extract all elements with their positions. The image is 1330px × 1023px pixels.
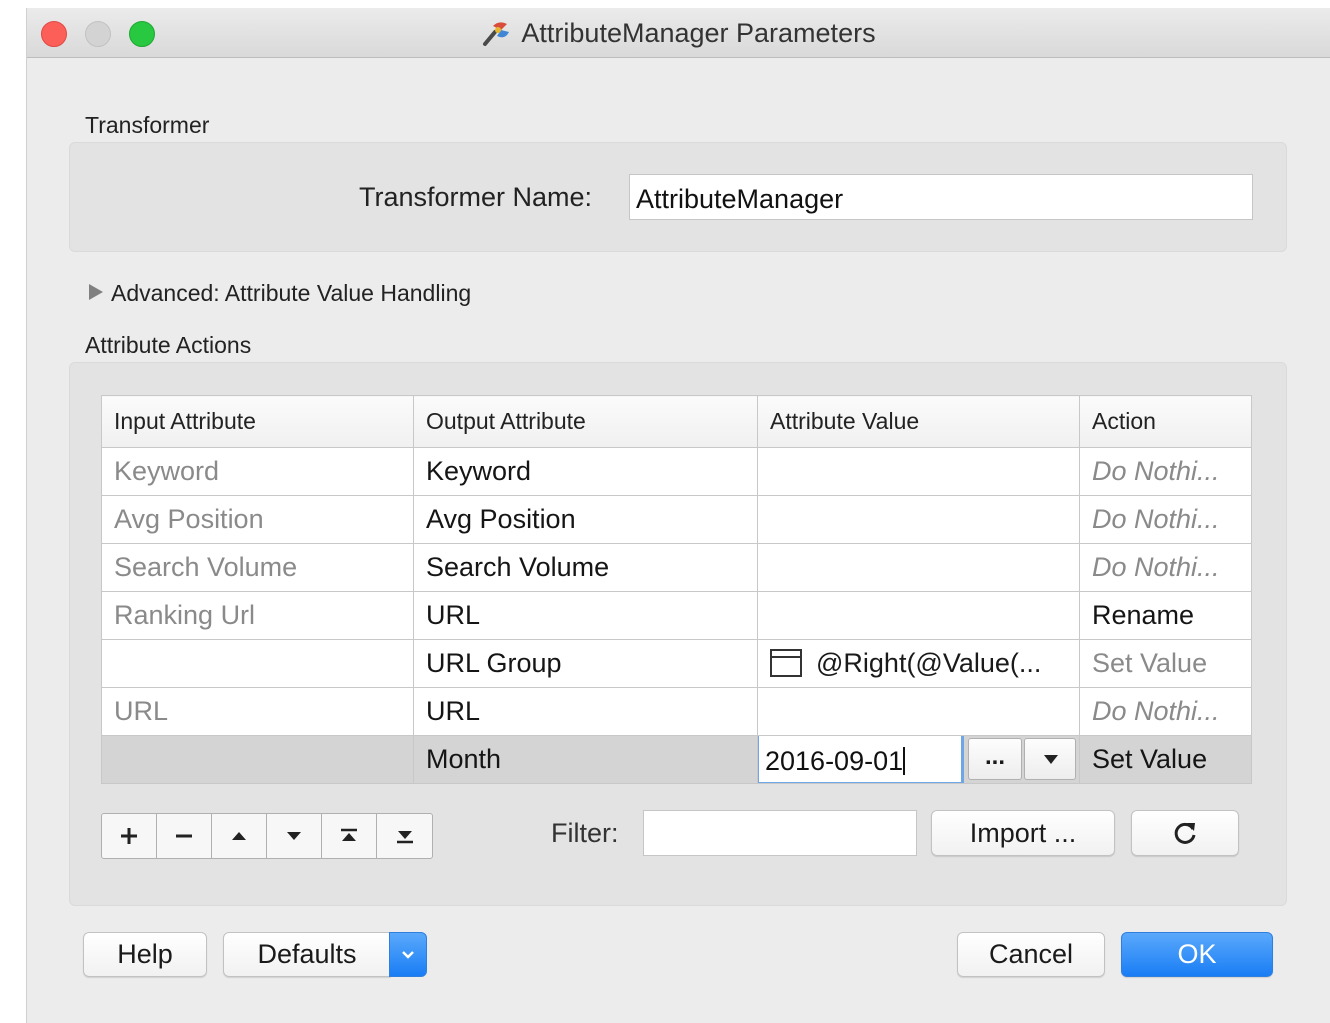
attribute-value-input[interactable]: 2016-09-01 [758, 736, 964, 783]
column-header-action[interactable]: Action [1079, 395, 1252, 448]
attribute-value-cell[interactable] [757, 543, 1080, 592]
attribute-value-cell[interactable] [757, 447, 1080, 496]
value-dropdown-button[interactable] [1024, 738, 1076, 780]
minus-icon [176, 834, 192, 838]
table-row[interactable]: Keyword Keyword Do Nothi... [101, 447, 1252, 496]
output-attribute-cell[interactable]: Search Volume [413, 543, 758, 592]
attribute-value-cell[interactable] [757, 495, 1080, 544]
title-bar: AttributeManager Parameters [27, 8, 1330, 58]
move-down-button[interactable] [267, 814, 322, 858]
ok-button[interactable]: OK [1121, 932, 1273, 977]
refresh-icon [1174, 822, 1196, 844]
filter-label: Filter: [551, 818, 619, 848]
triangle-up-icon [232, 832, 246, 840]
cancel-button[interactable]: Cancel [957, 932, 1105, 977]
column-header-value[interactable]: Attribute Value [757, 395, 1080, 448]
import-button[interactable]: Import ... [931, 810, 1115, 856]
input-attribute-cell[interactable]: URL [101, 687, 414, 736]
refresh-button[interactable] [1131, 810, 1239, 856]
remove-row-button[interactable] [157, 814, 212, 858]
attribute-value-cell[interactable]: 2016-09-01 ... [757, 735, 1080, 784]
advanced-disclosure[interactable]: Advanced: Attribute Value Handling [89, 280, 471, 307]
row-toolbar [101, 813, 433, 859]
transformer-name-label: Transformer Name: [359, 182, 593, 212]
chevron-down-icon [402, 950, 414, 959]
move-to-bottom-button[interactable] [377, 814, 432, 858]
action-cell[interactable]: Set Value [1079, 735, 1252, 784]
action-cell[interactable]: Do Nothi... [1079, 543, 1252, 592]
value-options-button[interactable]: ... [968, 738, 1022, 780]
add-row-button[interactable] [102, 814, 157, 858]
table-row[interactable]: Avg Position Avg Position Do Nothi... [101, 495, 1252, 544]
column-header-output[interactable]: Output Attribute [413, 395, 758, 448]
input-attribute-cell[interactable]: Avg Position [101, 495, 414, 544]
triangle-down-icon [287, 832, 301, 840]
plus-icon [121, 828, 137, 844]
input-attribute-cell[interactable]: Ranking Url [101, 591, 414, 640]
defaults-menu-button[interactable] [389, 932, 427, 977]
column-header-input[interactable]: Input Attribute [101, 395, 414, 448]
input-attribute-cell[interactable]: Keyword [101, 447, 414, 496]
table-row[interactable]: URL Group @Right(@Value(... Set Value [101, 639, 1252, 688]
move-to-top-icon [341, 828, 357, 841]
move-up-button[interactable] [212, 814, 267, 858]
table-row[interactable]: Search Volume Search Volume Do Nothi... [101, 543, 1252, 592]
output-attribute-cell[interactable]: URL Group [413, 639, 758, 688]
dialog-window: AttributeManager Parameters Transformer … [26, 8, 1330, 1023]
filter-input[interactable] [643, 810, 917, 856]
output-attribute-cell[interactable]: URL [413, 687, 758, 736]
attribute-actions-table: Input Attribute Output Attribute Attribu… [101, 395, 1252, 784]
output-attribute-cell[interactable]: Keyword [413, 447, 758, 496]
text-caret [903, 747, 906, 775]
transformer-icon [483, 22, 510, 46]
input-attribute-cell[interactable] [101, 639, 414, 688]
attribute-value-cell[interactable]: @Right(@Value(... [757, 639, 1080, 688]
table-row[interactable]: URL URL Do Nothi... [101, 687, 1252, 736]
table-row-selected[interactable]: Month 2016-09-01 ... Set Value [101, 735, 1252, 784]
attribute-value-cell[interactable] [757, 591, 1080, 640]
table-header-row: Input Attribute Output Attribute Attribu… [101, 395, 1252, 448]
action-cell[interactable]: Set Value [1079, 639, 1252, 688]
output-attribute-cell[interactable]: URL [413, 591, 758, 640]
output-attribute-cell[interactable]: Avg Position [413, 495, 758, 544]
help-button[interactable]: Help [83, 932, 207, 977]
output-attribute-cell[interactable]: Month [413, 735, 758, 784]
disclosure-triangle-icon [89, 284, 103, 300]
attribute-actions-section-label: Attribute Actions [85, 332, 252, 358]
input-attribute-cell[interactable] [101, 735, 414, 784]
defaults-button[interactable]: Defaults [223, 932, 391, 977]
action-cell[interactable]: Do Nothi... [1079, 495, 1252, 544]
input-attribute-cell[interactable]: Search Volume [101, 543, 414, 592]
action-cell[interactable]: Do Nothi... [1079, 687, 1252, 736]
transformer-section-label: Transformer [85, 112, 210, 138]
expression-editor-icon[interactable] [770, 649, 802, 677]
move-to-bottom-icon [396, 831, 413, 844]
move-to-top-button[interactable] [322, 814, 377, 858]
table-row[interactable]: Ranking Url URL Rename [101, 591, 1252, 640]
transformer-name-input[interactable]: AttributeManager [629, 174, 1253, 220]
action-cell[interactable]: Rename [1079, 591, 1252, 640]
window-title: AttributeManager Parameters [27, 18, 1330, 49]
action-cell[interactable]: Do Nothi... [1079, 447, 1252, 496]
attribute-value-cell[interactable] [757, 687, 1080, 736]
